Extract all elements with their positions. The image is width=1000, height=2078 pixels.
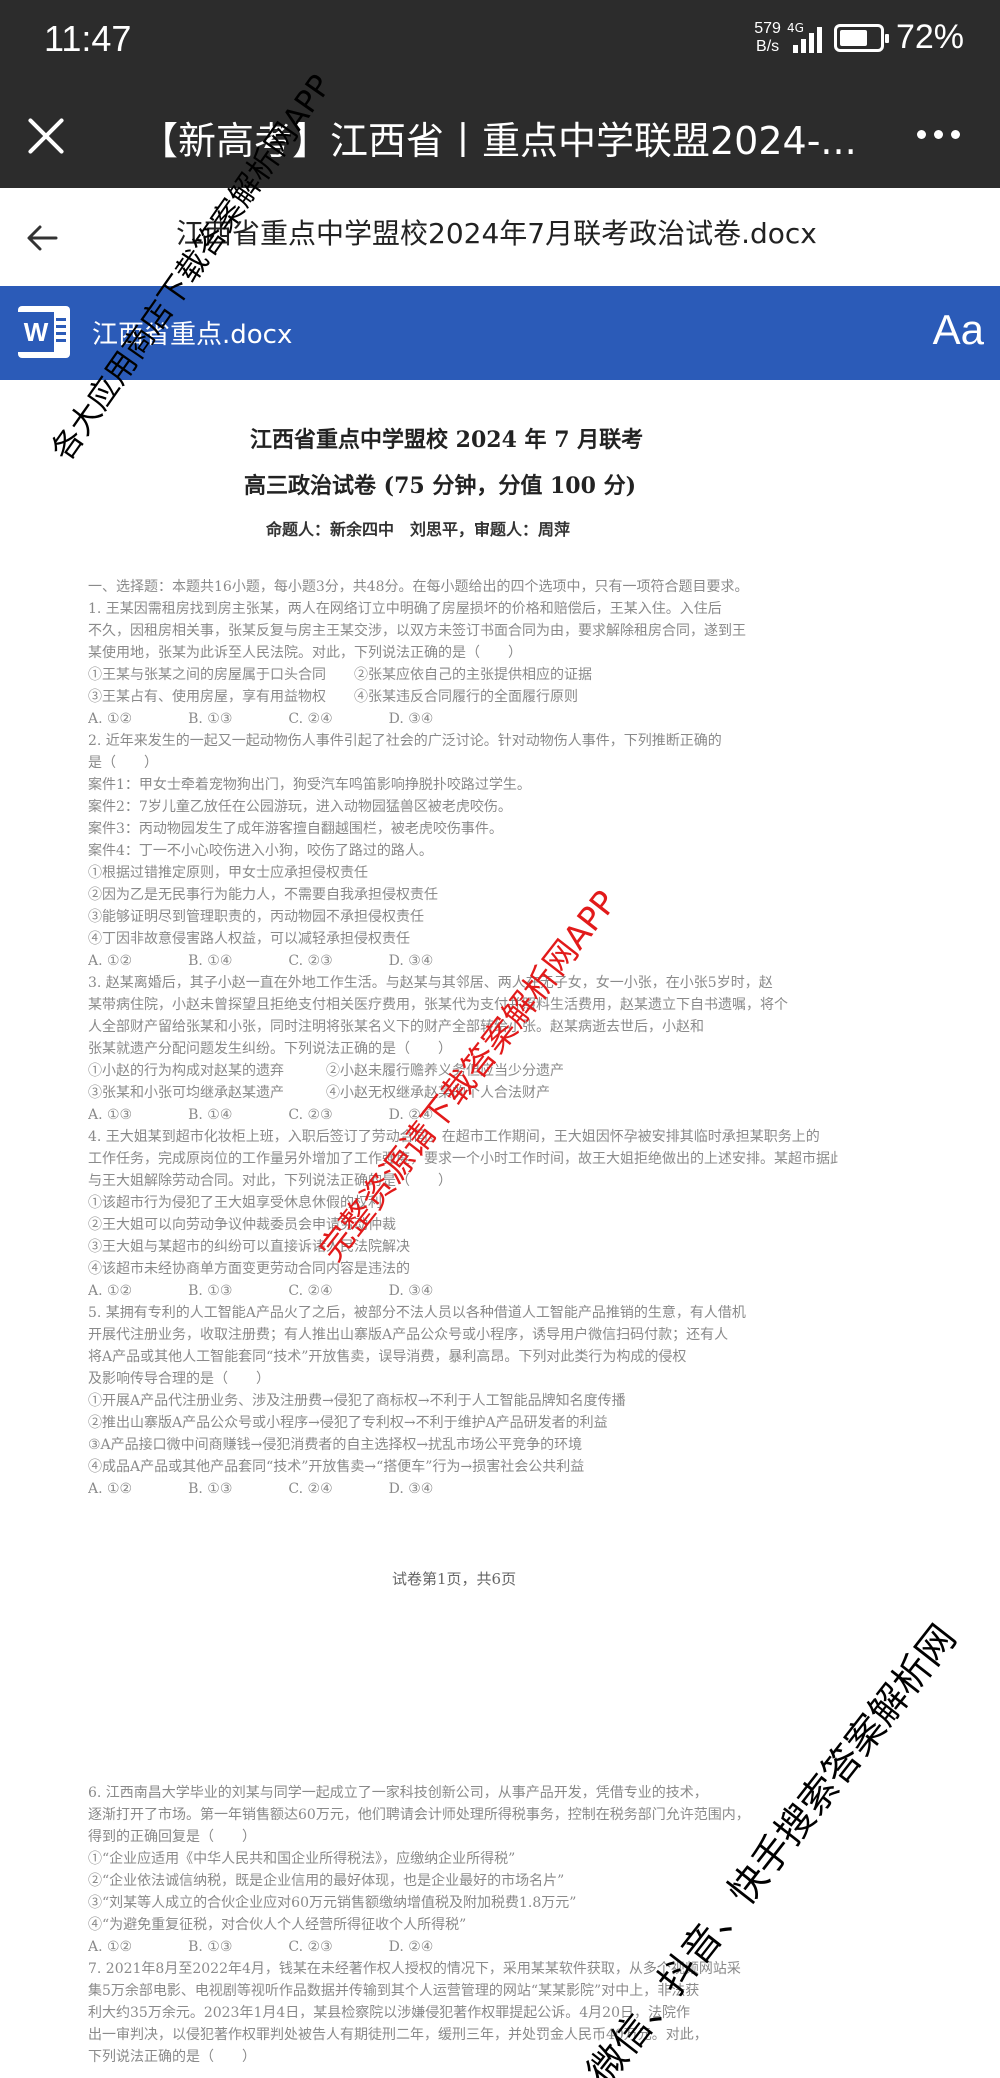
- document-line: 案件1：甲女士牵着宠物狗出门，狗受汽车鸣笛影响挣脱扑咬路过学生。: [88, 777, 531, 793]
- document-line: ③A产品接口微中间商赚钱→侵犯消费者的自主选择权→扰乱市场公平竞争的环境: [88, 1437, 583, 1453]
- exam-title: 江西省重点中学盟校 2024 年 7 月联考: [250, 427, 644, 453]
- close-button[interactable]: [22, 112, 70, 160]
- document-line: 出一审判决，以侵犯著作权罪判处被告人有期徒刑二年，缓刑三年，并处罚金人民币40万…: [88, 2027, 708, 2043]
- document-line: 案件3：丙动物园发生了成年游客擅自翻越围栏，被老虎咬伤事件。: [88, 821, 503, 837]
- battery-fill: [839, 29, 868, 46]
- app-header: 【新高考】江西省丨重点中学联盟2024-...: [0, 84, 1000, 188]
- page-footer: 试卷第1页，共6页: [392, 1570, 517, 1588]
- status-time: 11:47: [44, 18, 132, 59]
- document-line: 开展代注册业务，收取注册费；有人推出山寨版A产品公众号或小程序，诱导用户微信扫码…: [88, 1327, 729, 1343]
- document-line: 6. 江西南昌大学毕业的刘某与同学一起成立了一家科技创新公司，从事产品开发，凭借…: [88, 1785, 708, 1801]
- document-line: 将A产品或其他人工智能套同“技术”开放售卖，误导消费，暴利高昂。下列对此类行为构…: [88, 1349, 687, 1365]
- document-line: ④成品A产品或其他产品套同“技术”开放售卖→“搭便车”行为→损害社会公共利益: [88, 1459, 585, 1475]
- document-line: ④该超市未经协商单方面变更劳动合同内容是违法的: [88, 1261, 410, 1277]
- document-line: ③王大姐与某超市的纠纷可以直接诉诸人民法院解决: [88, 1239, 410, 1255]
- document-line: 人全部财产留给张某和小张，同时注明将张某名义下的财产全部转给小张。赵某病逝去世后…: [88, 1019, 704, 1035]
- status-icons: 579 B/s 4G 72%: [754, 18, 964, 57]
- signal-icon: 4G: [787, 21, 822, 53]
- document-line: 不久，因租房相关事，张某反复与房主王某交涉，以双方未签订书面合同为由，要求解除租…: [88, 623, 746, 639]
- document-line: A. ①② B. ①④ C. ②③ D. ③④: [88, 953, 434, 969]
- battery-percent: 72%: [895, 18, 964, 56]
- network-speed: 579 B/s: [754, 20, 781, 56]
- document-line: 工作任务，完成原岗位的工作量另外增加了工作强度，要求一个小时工作时间，故王大姐拒…: [88, 1151, 838, 1167]
- document-header: 江西省重点中学盟校2024年7月联考政治试卷.docx: [0, 188, 1000, 286]
- back-arrow-icon[interactable]: [22, 218, 62, 258]
- document-line: A. ①② B. ①③ C. ②④ D. ③④: [88, 1283, 434, 1299]
- document-line: ③王某占有、使用房屋，享有用益物权 ④张某违反合同履行的全面履行原则: [88, 689, 578, 705]
- exam-authors: 命题人：新余四中 刘思平，审题人：周萍: [266, 520, 571, 539]
- document-line: 3. 赵某离婚后，其子小赵一直在外地工作生活。与赵某与其邻居、两人在无子女，女一…: [88, 975, 773, 991]
- more-menu-button[interactable]: [917, 130, 960, 139]
- document-line: ①根据过错推定原则，甲女士应承担侵权责任: [88, 865, 368, 881]
- document-line: 某带病住院，小赵未曾探望且拒绝支付相关医疗费用，张某代为支付并照料生活费用，赵某…: [88, 997, 788, 1013]
- document-line: 案件4：丁一不小心咬伤进入小狗，咬伤了路过的路人。: [88, 843, 433, 859]
- document-line: ③能够证明尽到管理职责的，丙动物园不承担侵权责任: [88, 909, 424, 925]
- document-line: ①开展A产品代注册业务、涉及注册费→侵犯了商标权→不利于人工智能品牌知名度传播: [88, 1393, 626, 1409]
- document-line: 得到的正确回复是（ ）: [88, 1829, 256, 1845]
- document-line: ①该超市行为侵犯了王大姐享受休息休假的权利: [88, 1195, 382, 1211]
- document-line: ②推出山寨版A产品公众号或小程序→侵犯了专利权→不利于维护A产品研发者的利益: [88, 1415, 608, 1431]
- status-bar: 11:47 579 B/s 4G 72%: [0, 0, 1000, 84]
- document-line: 7. 2021年8月至2022年4月，钱某在未经著作权人授权的情况下，采用某某软…: [88, 1961, 741, 1977]
- document-line: 集5万余部电影、电视剧等视听作品数据并传输到其个人运营管理的网站“某某影院”对中…: [88, 1983, 700, 1999]
- document-page[interactable]: 江西省重点中学盟校 2024 年 7 月联考 高三政治试卷 (75 分钟，分值 …: [0, 380, 1000, 2078]
- document-line: A. ①② B. ①③ C. ②④ D. ③④: [88, 711, 434, 727]
- font-size-button[interactable]: Aa: [933, 306, 984, 354]
- document-line: 1. 王某因需租房找到房主张某，两人在网络订立中明确了房屋损坏的价格和赔偿后，王…: [88, 601, 722, 617]
- battery-icon: [833, 23, 889, 52]
- document-line: 与王大姐解除劳动合同。对此，下列说法正确的是（ ）: [88, 1173, 452, 1189]
- document-line: A. ①② B. ①③ C. ②④ D. ③④: [88, 1481, 434, 1497]
- document-line: ②王大姐可以向劳动争议仲裁委员会申请劳动仲裁: [88, 1217, 396, 1233]
- document-line: 下列说法正确的是（ ）: [88, 2049, 256, 2065]
- document-line: 利大约35万余元。2023年1月4日，某县检察院以涉嫌侵犯著作权罪提起公诉。4月…: [88, 2005, 690, 2021]
- document-line: ④丁因非故意侵害路人权益，可以减轻承担侵权责任: [88, 931, 410, 947]
- document-line: 及影响传导合理的是（ ）: [88, 1371, 270, 1387]
- document-line: 案件2：7岁儿童乙放任在公园游玩，进入动物园猛兽区被老虎咬伤。: [88, 799, 512, 815]
- document-line: ①王某与张某之间的房屋属于口头合同 ②张某应依自己的主张提供相应的证据: [88, 667, 592, 683]
- document-line: 4. 王大姐某到超市化妆柜上班，入职后签订了劳动合同。在超市工作期间，王大姐因怀…: [88, 1129, 820, 1145]
- document-line: 一、选择题：本题共16小题，每小题3分，共48分。在每小题给出的四个选项中，只有…: [88, 579, 749, 595]
- word-app-icon: W: [18, 306, 70, 358]
- document-line: 逐渐打开了市场。第一年销售额达60万元，他们聘请会计师处理所得税事务，控制在税务…: [88, 1807, 750, 1823]
- network-type: 4G: [786, 20, 804, 35]
- document-line: 5. 某拥有专利的人工智能A产品火了之后，被部分不法人员以各种借道人工智能产品推…: [88, 1305, 746, 1321]
- document-line: 2. 近年来发生的一起又一起动物伤人事件引起了社会的广泛讨论。针对动物伤人事件，…: [88, 733, 722, 749]
- document-line: 某使用地，张某为此诉至人民法院。对此，下列说法正确的是（ ）: [88, 645, 522, 661]
- network-speed-value: 579: [754, 19, 781, 37]
- exam-subtitle: 高三政治试卷 (75 分钟，分值 100 分): [244, 473, 636, 499]
- network-speed-unit: B/s: [756, 37, 780, 55]
- document-line: ②因为乙是无民事行为能力人，不需要自我承担侵权责任: [88, 887, 438, 903]
- document-line: 是（ ）: [88, 755, 158, 771]
- document-filename: 江西省重点中学盟校2024年7月联考政治试卷.docx: [176, 217, 817, 250]
